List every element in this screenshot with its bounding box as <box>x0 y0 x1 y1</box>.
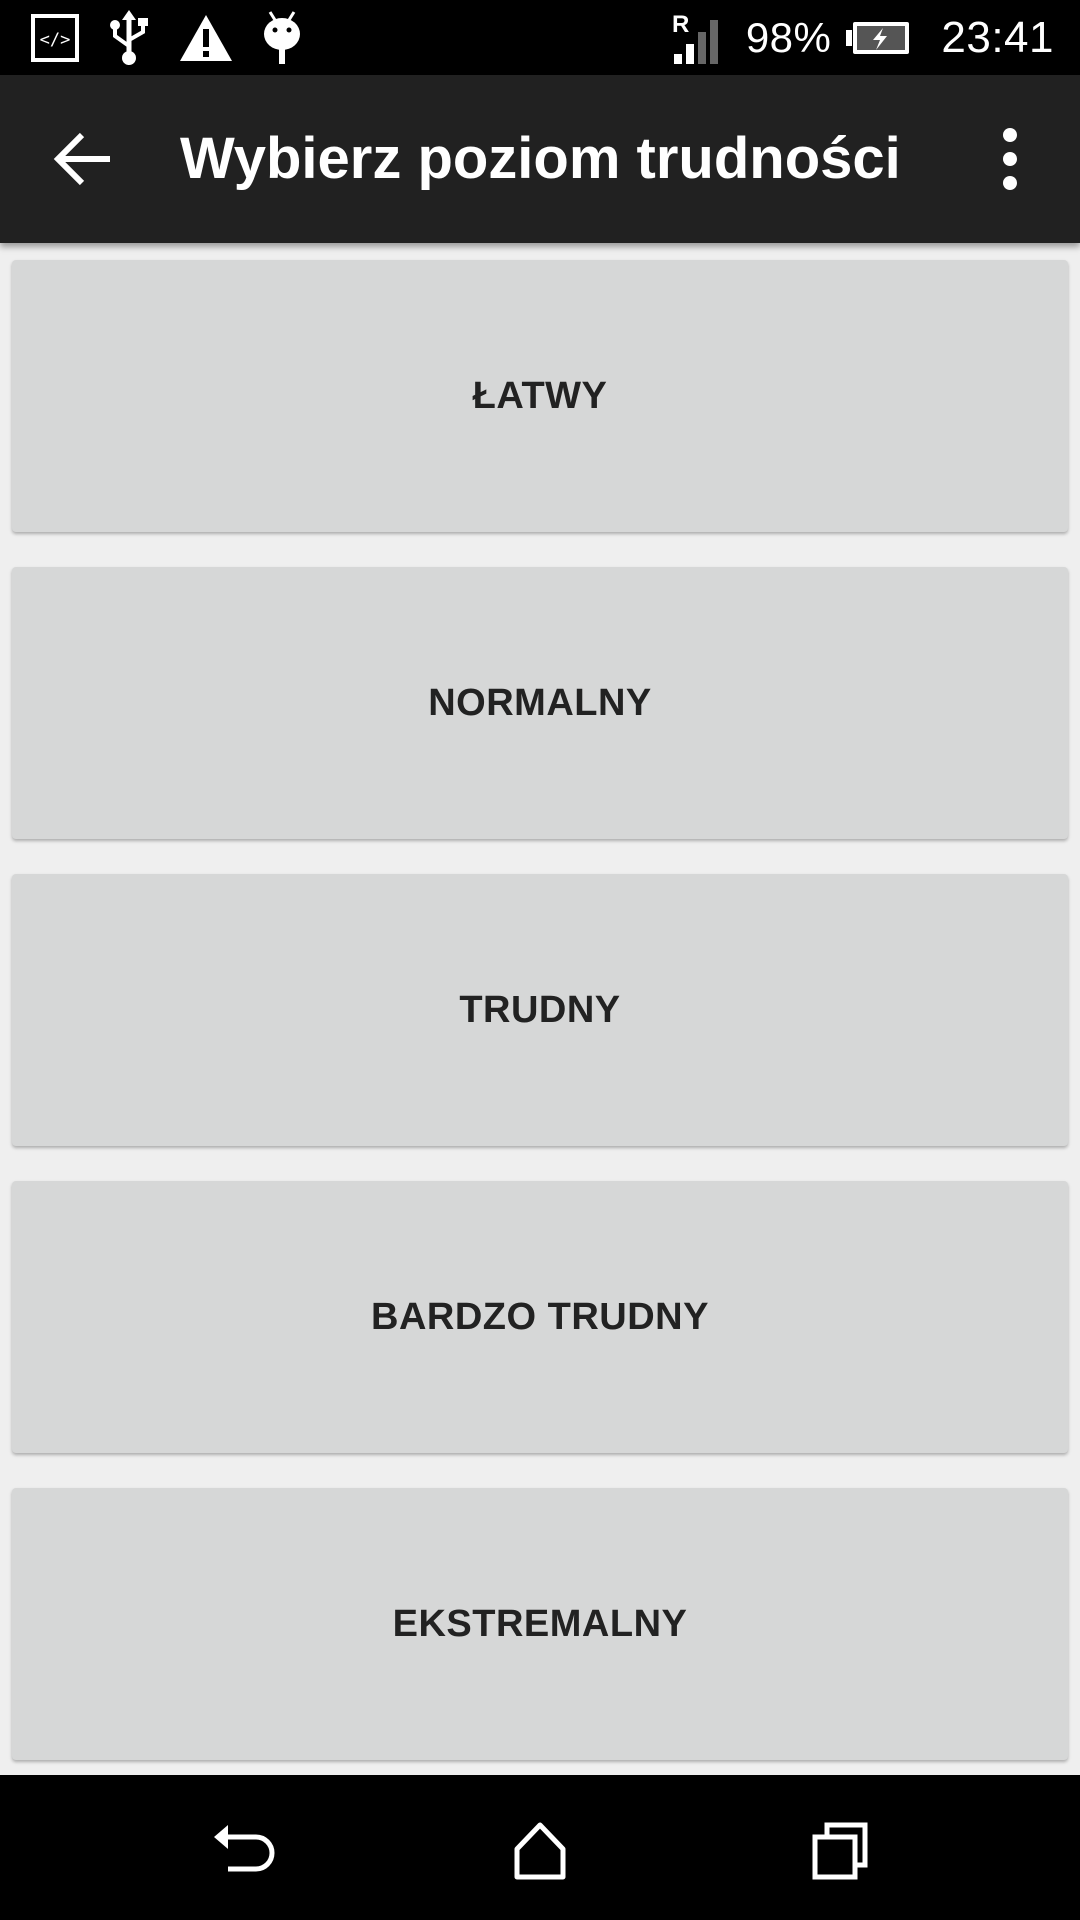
android-debug-icon <box>264 11 300 64</box>
notification-icons: </> <box>30 10 304 66</box>
battery-charging-icon <box>846 21 910 54</box>
back-nav-icon[interactable] <box>206 1815 276 1885</box>
signal-roaming-icon: R <box>672 11 718 64</box>
difficulty-list: ŁATWY NORMALNY TRUDNY BARDZO TRUDNY EKST… <box>0 243 1080 1775</box>
difficulty-button-hard[interactable]: TRUDNY <box>12 874 1068 1146</box>
developer-code-icon: </> <box>31 14 79 62</box>
difficulty-button-easy[interactable]: ŁATWY <box>12 260 1068 532</box>
more-vert-icon[interactable] <box>970 119 1050 199</box>
status-bar: </> R 98% 23:41 <box>0 0 1080 75</box>
app-bar: Wybierz poziom trudności <box>0 75 1080 243</box>
difficulty-button-very-hard[interactable]: BARDZO TRUDNY <box>12 1181 1068 1453</box>
warning-icon <box>180 15 232 61</box>
clock: 23:41 <box>941 12 1054 62</box>
difficulty-label: TRUDNY <box>459 988 621 1031</box>
difficulty-button-extreme[interactable]: EKSTREMALNY <box>12 1488 1068 1760</box>
difficulty-label: BARDZO TRUDNY <box>371 1295 709 1338</box>
svg-text:</>: </> <box>40 30 71 50</box>
page-title: Wybierz poziom trudności <box>180 126 901 191</box>
svg-text:R: R <box>672 11 689 38</box>
battery-percent: 98% <box>745 13 832 61</box>
system-status: R 98% 23:41 <box>672 0 1054 75</box>
difficulty-label: EKSTREMALNY <box>392 1602 688 1645</box>
usb-icon <box>110 10 148 65</box>
recents-nav-icon[interactable] <box>805 1815 875 1885</box>
difficulty-label: NORMALNY <box>428 681 652 724</box>
arrow-back-icon[interactable] <box>50 125 118 193</box>
difficulty-button-normal[interactable]: NORMALNY <box>12 567 1068 839</box>
difficulty-label: ŁATWY <box>472 374 608 417</box>
navigation-bar <box>0 1775 1080 1920</box>
home-nav-icon[interactable] <box>505 1815 575 1885</box>
